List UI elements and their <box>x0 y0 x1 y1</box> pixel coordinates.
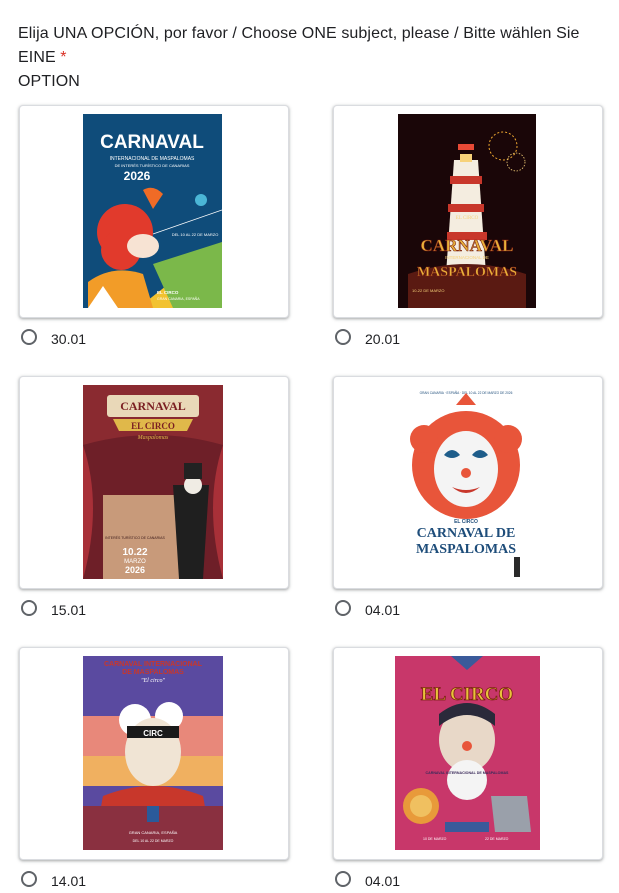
poster-year: 2026 <box>125 565 145 575</box>
choice-row[interactable]: 15.01 <box>19 598 219 622</box>
poster-image: EL CIRCO CARNAVAL INTERNACIONAL DE MASPA… <box>398 114 536 308</box>
poster-art: EL CIRCO CARNAVAL INTERNACIONAL DE MASPA… <box>398 114 536 308</box>
poster-image: CARNAVAL INTERNACIONAL DE MASPALOMAS DE … <box>83 114 222 308</box>
question-text-line2: OPTION <box>18 73 80 90</box>
question-title: Elija UNA OPCIÓN, por favor / Choose ONE… <box>18 22 614 94</box>
choice-row[interactable]: 14.01 <box>19 869 219 893</box>
option-image-card[interactable]: CARNAVAL INTERNACIONAL DE MASPALOMAS "El… <box>19 647 289 860</box>
poster-line: INTERÉS TURÍSTICO DE CANARIAS <box>105 535 165 540</box>
poster-image: CARNAVAL INTERNACIONAL DE MASPALOMAS "El… <box>83 656 223 850</box>
choice-label: 20.01 <box>365 331 401 347</box>
option-image-card[interactable]: GRAN CANARIA · ESPAÑA · DEL 10 AL 22 DE … <box>333 376 603 589</box>
poster-sub: CARNAVAL INTERNACIONAL DE MASPALOMAS <box>426 771 510 775</box>
option-image-card[interactable]: EL CIRCO CARNAVAL INTERNACIONAL DE MASPA… <box>333 105 603 318</box>
question-text: Elija UNA OPCIÓN, por favor / Choose ONE… <box>18 25 580 66</box>
choice-label: 15.01 <box>51 602 87 618</box>
poster-title: EL CIRCO <box>421 684 513 705</box>
required-asterisk: * <box>60 49 67 66</box>
poster-dates: DEL 10 AL 22 DE MARZO <box>172 232 219 237</box>
radio-button[interactable] <box>21 329 37 345</box>
poster-line: DE INTERÉS TURÍSTICO DE CANARIAS <box>115 163 190 168</box>
poster-mask: CIRC <box>143 729 163 738</box>
poster-small: EL CIRCO <box>454 519 478 525</box>
poster-footer: GRAN CANARIA, ESPAÑA <box>129 830 178 835</box>
radio-button[interactable] <box>21 871 37 887</box>
poster-right: 22 DE MARZO <box>485 837 509 841</box>
poster-footer: EL CIRCO <box>157 290 179 295</box>
poster-art: EL CIRCO CARNAVAL INTERNACIONAL DE MASPA… <box>395 656 540 850</box>
choice-label: 14.01 <box>51 873 87 889</box>
radio-button[interactable] <box>335 871 351 887</box>
poster-year: 2026 <box>124 169 151 183</box>
choice-label: 04.01 <box>365 873 401 889</box>
poster-dates: 10.22 <box>122 547 147 558</box>
poster-art: GRAN CANARIA · ESPAÑA · DEL 10 AL 22 DE … <box>396 385 537 579</box>
poster-sub: "El circo" <box>141 678 165 684</box>
poster-banner: EL CIRCO <box>131 421 175 431</box>
poster-footer2: GRAN CANARIA, ESPAÑA <box>157 296 200 301</box>
choice-row[interactable]: 20.01 <box>333 327 533 351</box>
poster-art: CARNAVAL INTERNACIONAL DE MASPALOMAS "El… <box>83 656 223 850</box>
poster-art: CARNAVAL EL CIRCO Maspalomas INTERÉS TUR… <box>83 385 223 579</box>
choice-label: 04.01 <box>365 602 401 618</box>
option-image-card[interactable]: CARNAVAL INTERNACIONAL DE MASPALOMAS DE … <box>19 105 289 318</box>
poster-left: 10 DE MARZO <box>423 837 447 841</box>
poster-dates: 10-22 DE MARZO <box>412 288 444 293</box>
poster-top: EL CIRCO <box>456 216 479 221</box>
poster-subtitle: INTERNACIONAL DE <box>445 255 489 260</box>
poster-image: CARNAVAL EL CIRCO Maspalomas INTERÉS TUR… <box>83 385 223 579</box>
poster-image: GRAN CANARIA · ESPAÑA · DEL 10 AL 22 DE … <box>396 385 537 579</box>
poster-title2: MASPALOMAS <box>417 265 517 280</box>
poster-sub: Maspalomas <box>137 435 169 441</box>
poster-title: CARNAVAL INTERNACIONAL <box>104 661 203 668</box>
radio-button[interactable] <box>335 600 351 616</box>
poster-subtitle: INTERNACIONAL DE MASPALOMAS <box>110 156 195 162</box>
poster-title: CARNAVAL <box>421 236 514 255</box>
option-image-card[interactable]: CARNAVAL EL CIRCO Maspalomas INTERÉS TUR… <box>19 376 289 589</box>
radio-button[interactable] <box>335 329 351 345</box>
radio-button[interactable] <box>21 600 37 616</box>
poster-dates: DEL 10 AL 22 DE MARZO <box>133 839 174 843</box>
poster-art: CARNAVAL INTERNACIONAL DE MASPALOMAS DE … <box>83 114 222 308</box>
choice-row[interactable]: 04.01 <box>333 869 533 893</box>
choice-label: 30.01 <box>51 331 87 347</box>
choice-row[interactable]: 30.01 <box>19 327 219 351</box>
poster-title: CARNAVAL DE <box>417 526 516 541</box>
poster-title2: DE MASPALOMAS <box>122 669 184 676</box>
poster-title: CARNAVAL <box>100 132 204 153</box>
poster-title2: MASPALOMAS <box>416 542 516 557</box>
option-image-card[interactable]: EL CIRCO CARNAVAL INTERNACIONAL DE MASPA… <box>333 647 603 860</box>
poster-title: CARNAVAL <box>120 399 186 413</box>
choice-row[interactable]: 04.01 <box>333 598 533 622</box>
poster-image: EL CIRCO CARNAVAL INTERNACIONAL DE MASPA… <box>395 656 540 850</box>
